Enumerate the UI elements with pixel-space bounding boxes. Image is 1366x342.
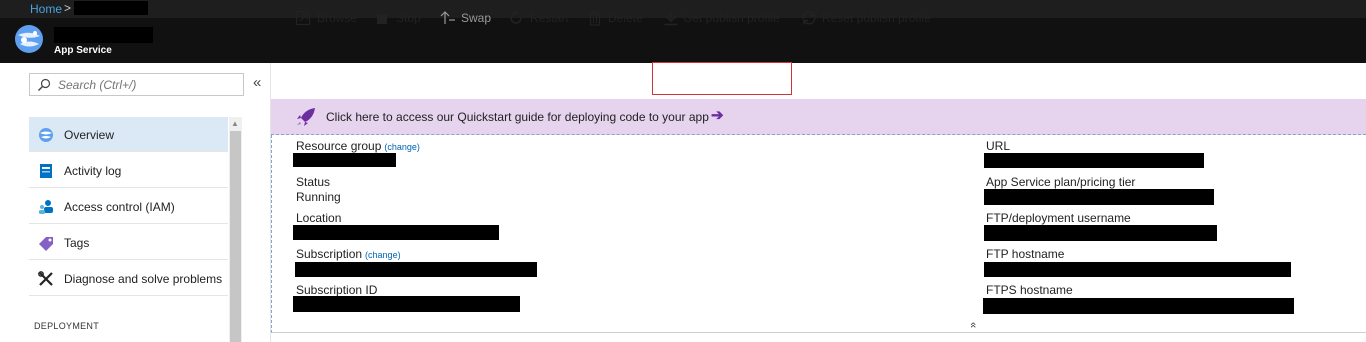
collapse-essentials-chevron-icon[interactable]: «: [967, 322, 979, 328]
delete-label: Delete: [608, 11, 643, 25]
get-publish-profile-button[interactable]: Get publish profile: [663, 9, 785, 27]
ftp-username-label: FTP/deployment username: [986, 211, 1131, 225]
browse-label: Browse: [317, 11, 358, 25]
app-service-plan-label: App Service plan/pricing tier: [986, 175, 1136, 189]
sidebar-item-label: Access control (IAM): [64, 200, 175, 214]
subscription-id-label: Subscription ID: [296, 283, 378, 297]
breadcrumb-home-link[interactable]: Home: [30, 2, 62, 16]
restart-label: Restart: [530, 11, 569, 25]
app-service-globe-icon: [15, 25, 43, 53]
sidebar-item-overview[interactable]: Overview: [29, 117, 228, 152]
change-resource-group-link[interactable]: (change): [384, 142, 420, 152]
browse-external-icon: [295, 10, 311, 26]
sidebar-item-activity-log[interactable]: Activity log: [29, 153, 228, 188]
rocket-icon: [297, 108, 315, 126]
subscription-label: Subscription (change): [296, 247, 401, 261]
redacted-resource-name: [74, 1, 148, 15]
reset-refresh-icon: [802, 11, 816, 25]
breadcrumb-separator: >: [64, 1, 72, 15]
redacted-ftps-hostname-value: [983, 298, 1294, 314]
collapse-menu-button[interactable]: «: [253, 74, 261, 91]
sidebar-item-label: Overview: [64, 128, 115, 142]
tools-icon: [38, 271, 53, 286]
resource-group-key: Resource group: [296, 139, 382, 153]
menu-search-box[interactable]: [29, 73, 244, 96]
browse-button[interactable]: Browse: [295, 9, 357, 27]
quickstart-banner-text: Click here to access our Quickstart guid…: [326, 110, 709, 124]
overview-globe-icon: [39, 128, 53, 142]
location-label: Location: [296, 211, 342, 225]
ftps-hostname-label: FTPS hostname: [986, 283, 1073, 297]
scroll-up-arrow-icon[interactable]: ▲: [231, 119, 239, 128]
url-label: URL: [986, 139, 1011, 153]
redacted-url-value: [984, 153, 1204, 168]
trash-icon: [589, 10, 601, 26]
quickstart-banner[interactable]: Click here to access our Quickstart guid…: [271, 99, 1366, 135]
get-publish-profile-label: Get publish profile: [683, 11, 780, 25]
tag-icon: [39, 237, 53, 251]
resource-group-label: Resource group (change): [296, 139, 420, 153]
redacted-subscription-value: [295, 262, 537, 277]
sidebar-item-access-control[interactable]: Access control (IAM): [29, 189, 228, 224]
redacted-ftp-username-value: [984, 225, 1217, 241]
restart-button[interactable]: Restart: [508, 9, 570, 27]
stop-button[interactable]: Stop: [377, 9, 423, 27]
stop-icon: [377, 14, 387, 24]
reset-publish-profile-label: Reset publish profile: [822, 11, 931, 25]
download-icon: [664, 11, 678, 26]
redacted-app-service-plan-value: [984, 189, 1214, 205]
status-label: Status: [296, 175, 331, 189]
redacted-location-value: [293, 225, 499, 240]
reset-publish-profile-button[interactable]: Reset publish profile: [800, 9, 932, 27]
arrow-right-icon: ➔: [711, 107, 724, 124]
sidebar-item-label: Diagnose and solve problems: [64, 272, 223, 286]
redacted-resource-group-value: [293, 153, 396, 167]
subscription-key: Subscription: [296, 247, 363, 261]
iam-users-icon: [39, 200, 53, 214]
stop-label: Stop: [396, 11, 421, 25]
swap-label: Swap: [461, 11, 492, 25]
activity-log-icon: [40, 164, 52, 178]
sidebar-item-diagnose[interactable]: Diagnose and solve problems: [29, 261, 228, 296]
redacted-ftp-hostname-value: [984, 262, 1291, 277]
restart-icon: [510, 10, 522, 24]
resource-type-label: App Service: [54, 45, 112, 56]
search-input[interactable]: [58, 76, 238, 93]
ftp-hostname-label: FTP hostname: [986, 247, 1065, 261]
change-subscription-link[interactable]: (change): [365, 250, 401, 260]
sidebar-item-label: Tags: [64, 236, 90, 250]
get-publish-profile-highlight: [652, 62, 792, 95]
command-bar: [271, 63, 1366, 99]
menu-scrollbar-thumb[interactable]: [230, 131, 241, 342]
delete-button[interactable]: Delete: [588, 9, 644, 27]
swap-icon: [440, 11, 455, 24]
search-icon: [38, 78, 51, 91]
redacted-app-name: [54, 27, 153, 43]
redacted-subscription-id-value: [293, 296, 520, 312]
sidebar-item-label: Activity log: [64, 164, 122, 178]
section-header-deployment: DEPLOYMENT: [34, 321, 100, 331]
sidebar-item-tags[interactable]: Tags: [29, 225, 228, 260]
swap-button[interactable]: Swap: [440, 9, 492, 27]
status-value: Running: [296, 190, 341, 204]
